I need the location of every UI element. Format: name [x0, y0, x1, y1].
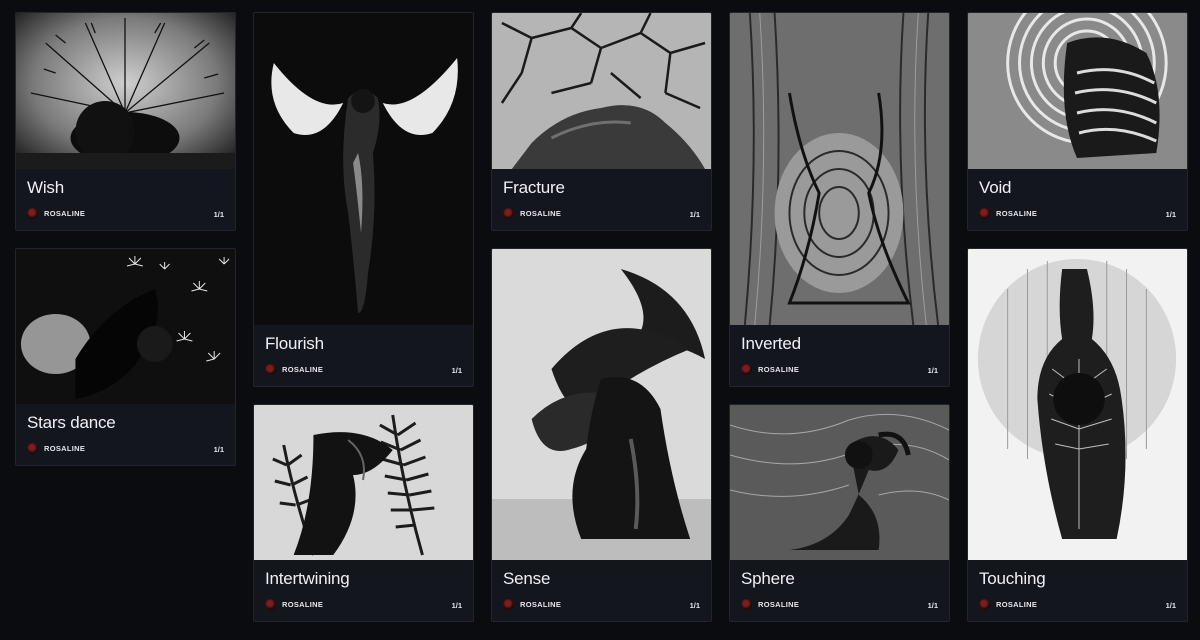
creator-avatar: [979, 208, 990, 219]
card-fracture[interactable]: Fracture ROSALINE 1/1: [491, 12, 712, 231]
card-intertwining[interactable]: Intertwining ROSALINE 1/1: [253, 404, 474, 622]
creator-avatar: [979, 599, 990, 610]
creator-avatar: [741, 599, 752, 610]
card-meta: Inverted ROSALINE 1/1: [730, 323, 949, 386]
card-image-wish[interactable]: [16, 13, 235, 169]
card-image-inverted[interactable]: [730, 13, 949, 325]
card-title: Sense: [503, 569, 551, 588]
card-title: Sphere: [741, 569, 795, 588]
card-title: Inverted: [741, 334, 801, 353]
creator-link[interactable]: ROSALINE: [27, 443, 85, 454]
edition-count: 1/1: [689, 601, 700, 610]
card-title: Touching: [979, 569, 1046, 588]
edition-count: 1/1: [927, 366, 938, 375]
creator-name: ROSALINE: [758, 365, 800, 374]
creator-link[interactable]: ROSALINE: [27, 208, 85, 219]
creator-name: ROSALINE: [996, 600, 1038, 609]
edition-count: 1/1: [1165, 601, 1176, 610]
card-stars-dance[interactable]: Stars dance ROSALINE 1/1: [15, 248, 236, 466]
creator-avatar: [741, 364, 752, 375]
card-wish[interactable]: Wish ROSALINE 1/1: [15, 12, 236, 231]
card-flourish[interactable]: Flourish ROSALINE 1/1: [253, 12, 474, 387]
creator-name: ROSALINE: [282, 600, 324, 609]
card-image-touching[interactable]: [968, 249, 1187, 560]
creator-name: ROSALINE: [520, 600, 562, 609]
card-meta: Sphere ROSALINE 1/1: [730, 558, 949, 621]
creator-link[interactable]: ROSALINE: [979, 208, 1037, 219]
card-image-void[interactable]: [968, 13, 1187, 169]
card-void[interactable]: Void ROSALINE 1/1: [967, 12, 1188, 231]
creator-avatar: [503, 599, 514, 610]
creator-name: ROSALINE: [282, 365, 324, 374]
card-meta: Sense ROSALINE 1/1: [492, 558, 711, 621]
card-meta: Fracture ROSALINE 1/1: [492, 167, 711, 230]
card-sense[interactable]: Sense ROSALINE 1/1: [491, 248, 712, 622]
card-meta: Wish ROSALINE 1/1: [16, 167, 235, 230]
card-image-sense[interactable]: [492, 249, 711, 560]
card-sphere[interactable]: Sphere ROSALINE 1/1: [729, 404, 950, 622]
creator-avatar: [27, 208, 38, 219]
edition-count: 1/1: [451, 601, 462, 610]
card-title: Intertwining: [265, 569, 350, 588]
creator-name: ROSALINE: [758, 600, 800, 609]
edition-count: 1/1: [451, 366, 462, 375]
card-title: Fracture: [503, 178, 565, 197]
creator-link[interactable]: ROSALINE: [265, 364, 323, 375]
creator-name: ROSALINE: [44, 209, 86, 218]
creator-avatar: [265, 364, 276, 375]
card-meta: Touching ROSALINE 1/1: [968, 558, 1187, 621]
card-title: Stars dance: [27, 413, 116, 432]
creator-link[interactable]: ROSALINE: [503, 599, 561, 610]
card-meta: Void ROSALINE 1/1: [968, 167, 1187, 230]
card-meta: Flourish ROSALINE 1/1: [254, 323, 473, 386]
creator-link[interactable]: ROSALINE: [503, 208, 561, 219]
card-title: Void: [979, 178, 1012, 197]
edition-count: 1/1: [1165, 210, 1176, 219]
card-image-intertwining[interactable]: [254, 405, 473, 560]
card-meta: Stars dance ROSALINE 1/1: [16, 402, 235, 465]
creator-link[interactable]: ROSALINE: [741, 599, 799, 610]
card-image-fracture[interactable]: [492, 13, 711, 169]
card-image-flourish[interactable]: [254, 13, 473, 325]
card-inverted[interactable]: Inverted ROSALINE 1/1: [729, 12, 950, 387]
creator-avatar: [27, 443, 38, 454]
creator-link[interactable]: ROSALINE: [265, 599, 323, 610]
card-image-sphere[interactable]: [730, 405, 949, 560]
creator-name: ROSALINE: [996, 209, 1038, 218]
card-image-stars-dance[interactable]: [16, 249, 235, 404]
card-title: Wish: [27, 178, 64, 197]
edition-count: 1/1: [927, 601, 938, 610]
creator-name: ROSALINE: [520, 209, 562, 218]
creator-link[interactable]: ROSALINE: [741, 364, 799, 375]
creator-avatar: [265, 599, 276, 610]
card-meta: Intertwining ROSALINE 1/1: [254, 558, 473, 621]
creator-name: ROSALINE: [44, 444, 86, 453]
card-title: Flourish: [265, 334, 324, 353]
card-touching[interactable]: Touching ROSALINE 1/1: [967, 248, 1188, 622]
edition-count: 1/1: [213, 445, 224, 454]
creator-link[interactable]: ROSALINE: [979, 599, 1037, 610]
creator-avatar: [503, 208, 514, 219]
nft-gallery-grid: Wish ROSALINE 1/1 Stars dance ROSALINE 1…: [0, 0, 1200, 640]
edition-count: 1/1: [213, 210, 224, 219]
edition-count: 1/1: [689, 210, 700, 219]
